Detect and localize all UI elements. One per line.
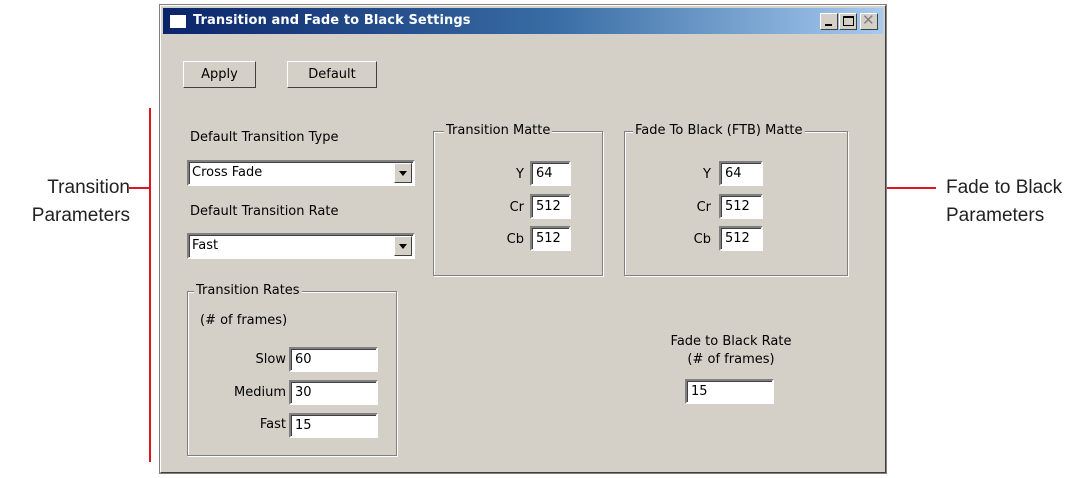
ftb-matte-cb-field[interactable]: 512: [719, 226, 763, 251]
fast-rate-field[interactable]: 15: [289, 413, 378, 438]
apply-button[interactable]: Apply: [183, 61, 256, 88]
y-label: Y: [516, 167, 524, 182]
transition-matte-cb-field[interactable]: 512: [530, 226, 571, 251]
ftb-matte-title: Fade To Black (FTB) Matte: [633, 122, 805, 140]
transition-matte-title: Transition Matte: [444, 122, 553, 140]
transition-rates-group: Transition Rates (# of frames) Slow 60 M…: [187, 282, 397, 456]
minimize-button[interactable]: [820, 13, 838, 30]
ftb-matte-group: Fade To Black (FTB) Matte Y 64 Cr 512 Cb…: [624, 122, 848, 276]
transition-type-label: Default Transition Type: [190, 130, 339, 145]
callout-line-1: Fade to Black: [946, 177, 1063, 198]
settings-dialog: Transition and Fade to Black Settings ✕ …: [159, 4, 887, 474]
ftb-rate-label-line-1: Fade to Black Rate: [670, 334, 792, 349]
callout-line-2: Parameters: [31, 205, 130, 226]
maximize-button[interactable]: [839, 13, 857, 30]
title-bar[interactable]: Transition and Fade to Black Settings ✕: [163, 8, 883, 34]
dropdown-arrow-icon[interactable]: [394, 236, 412, 256]
fade-to-black-parameters-callout: Fade to Black Parameters: [946, 174, 1076, 230]
transition-rate-label: Default Transition Rate: [190, 204, 339, 219]
cr-label: Cr: [509, 200, 524, 215]
slow-label: Slow: [255, 352, 286, 367]
transition-type-value: Cross Fade: [192, 165, 263, 180]
transition-matte-cr-field[interactable]: 512: [530, 194, 571, 219]
transition-leader-line: [129, 187, 150, 189]
ftb-matte-cr-field[interactable]: 512: [719, 194, 763, 219]
slow-rate-field[interactable]: 60: [289, 347, 378, 372]
transition-rates-title: Transition Rates: [194, 282, 302, 300]
default-button[interactable]: Default: [287, 61, 377, 88]
cb-label: Cb: [693, 232, 711, 247]
dropdown-arrow-icon[interactable]: [394, 163, 412, 183]
y-label: Y: [703, 167, 711, 182]
window-icon: [169, 14, 187, 29]
callout-line-2: Parameters: [946, 205, 1045, 226]
transition-rates-subtitle: (# of frames): [200, 313, 288, 328]
transition-parameters-callout: Transition Parameters: [20, 174, 130, 230]
transition-matte-group: Transition Matte Y 64 Cr 512 Cb 512: [433, 122, 603, 276]
transition-rate-value: Fast: [192, 238, 219, 253]
cb-label: Cb: [506, 232, 524, 247]
close-icon: ✕: [862, 11, 875, 29]
transition-bracket-line: [149, 108, 151, 462]
transition-type-dropdown[interactable]: Cross Fade: [187, 160, 415, 186]
ftb-rate-label-line-2: (# of frames): [687, 352, 775, 367]
ftb-matte-y-field[interactable]: 64: [719, 161, 763, 186]
ftb-rate-field[interactable]: 15: [685, 379, 774, 404]
medium-label: Medium: [234, 385, 286, 400]
transition-rate-dropdown[interactable]: Fast: [187, 233, 415, 259]
callout-line-1: Transition: [47, 177, 130, 198]
window-title: Transition and Fade to Black Settings: [193, 13, 471, 28]
cr-label: Cr: [696, 200, 711, 215]
ftb-rate-label: Fade to Black Rate (# of frames): [638, 333, 824, 369]
transition-matte-y-field[interactable]: 64: [530, 161, 571, 186]
medium-rate-field[interactable]: 30: [289, 380, 378, 405]
fast-label: Fast: [259, 417, 286, 432]
close-button[interactable]: ✕: [860, 11, 878, 30]
